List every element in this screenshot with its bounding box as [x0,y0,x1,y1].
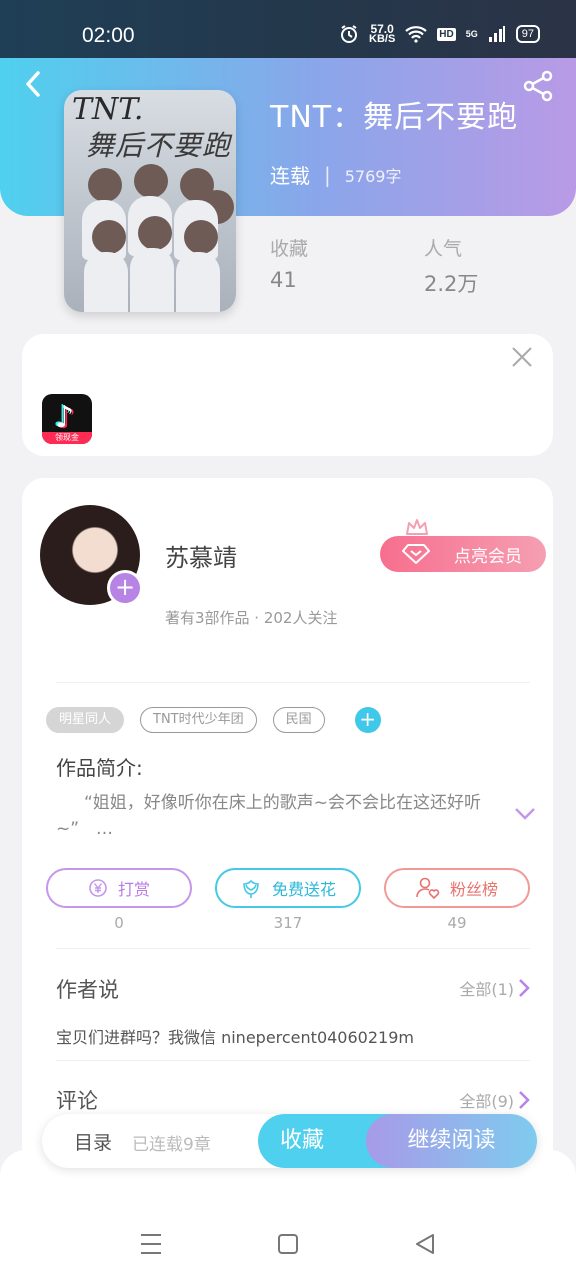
book-cover[interactable]: TNT. 舞后不要跑 [64,90,236,312]
comments-all-label: 全部(9) [459,1092,514,1111]
share-icon[interactable] [522,70,554,102]
send-flower-label: 免费送花 [271,880,336,899]
menu-icon[interactable] [140,1232,162,1256]
tag-list: 明星同人 TNT时代少年团 民国 + [46,707,381,733]
vip-button[interactable]: 点亮会员 [380,536,546,572]
chevron-right-icon [519,1091,530,1109]
ad-banner[interactable]: ♪ 领现金 [22,334,553,456]
collect-value: 41 [270,268,297,292]
alarm-icon [341,25,357,43]
popularity-value: 2.2万 [424,272,479,296]
cover-figure [88,168,122,202]
signal-icon [488,26,505,42]
intro-text: “姐姐，好像听你在床上的歌声~会不会比在这还好听~” … [56,793,482,839]
author-says-title: 作者说 [56,978,119,1002]
status-icons: 57.0 KB/S HD 5G 97 [339,22,540,45]
music-note-icon: ♪ [55,400,75,435]
cover-title: TNT. [72,92,144,127]
send-flower-button[interactable]: 免费送花 [215,868,361,908]
toc-button[interactable]: 目录 [74,1128,112,1155]
status-time: 02:00 [82,24,135,47]
cover-figure [134,164,168,198]
author-name[interactable]: 苏慕靖 [165,538,237,573]
book-status-row: 连载 | 5769字 [270,160,401,189]
cover-figure [184,220,218,254]
author-says-all-link[interactable]: 全部(1) [459,976,530,1000]
serial-status: 连载 [270,164,310,188]
net-speed: 57.0 KB/S [369,22,396,45]
back-icon[interactable] [414,1232,436,1256]
network-type: 5G [465,29,478,39]
divider [56,948,530,949]
back-arrow-icon[interactable] [20,70,48,98]
author-says-text: 宝贝们进群吗？我微信 ninepercent04060219m [56,1028,414,1047]
continue-reading-button[interactable]: 继续阅读 [366,1114,537,1168]
fan-ranking-label: 粉丝榜 [449,880,498,899]
reward-label: 打赏 [117,880,150,899]
close-icon[interactable] [511,346,533,368]
yen-coin-icon [89,879,107,897]
cover-figure [92,220,126,254]
flower-icon [243,879,259,898]
cover-figure [138,216,172,250]
popularity-label: 人气 [424,238,463,260]
chevron-right-icon [519,979,530,997]
comments-all-link[interactable]: 全部(9) [459,1088,530,1112]
book-title: TNT：舞后不要跑 [270,100,519,135]
fan-count: 49 [447,914,467,932]
hd-badge: HD [437,27,456,41]
app-badge: 领现金 [42,432,92,444]
system-nav-bar [0,1220,576,1270]
vip-label: 点亮会员 [454,546,522,567]
wifi-icon [405,26,428,43]
comments-title: 评论 [56,1089,98,1113]
tiktok-app-icon[interactable]: ♪ 领现金 [42,394,92,444]
home-icon[interactable] [277,1232,299,1256]
tag-item[interactable]: 民国 [272,707,325,733]
follow-plus-icon[interactable]: + [107,570,143,606]
author-says-all-label: 全部(1) [459,980,514,999]
divider: | [324,162,331,187]
cover-figure [176,252,220,312]
divider [56,682,530,683]
diamond-icon [402,544,430,564]
word-count: 5769字 [344,166,402,186]
flower-count: 317 [273,914,303,932]
tag-item[interactable]: 明星同人 [46,707,125,733]
crown-icon [406,519,428,535]
tag-item[interactable]: TNT时代少年团 [140,707,257,733]
cover-figure [130,248,174,312]
cover-figure [84,252,128,312]
user-heart-icon [416,877,440,899]
fan-ranking-button[interactable]: 粉丝榜 [384,868,530,908]
chevron-down-icon[interactable] [514,806,536,822]
chapter-count: 已连载9章 [132,1135,211,1155]
battery-level: 97 [515,25,540,43]
intro-label: 作品简介: [56,756,143,780]
reward-button[interactable]: 打赏 [46,868,192,908]
author-meta: 著有3部作品 · 202人关注 [165,609,338,627]
divider [56,1060,530,1061]
collect-label: 收藏 [270,238,309,260]
add-tag-icon[interactable]: + [354,707,381,733]
cover-subtitle: 舞后不要跑 [86,129,232,162]
reward-count: 0 [114,914,124,932]
